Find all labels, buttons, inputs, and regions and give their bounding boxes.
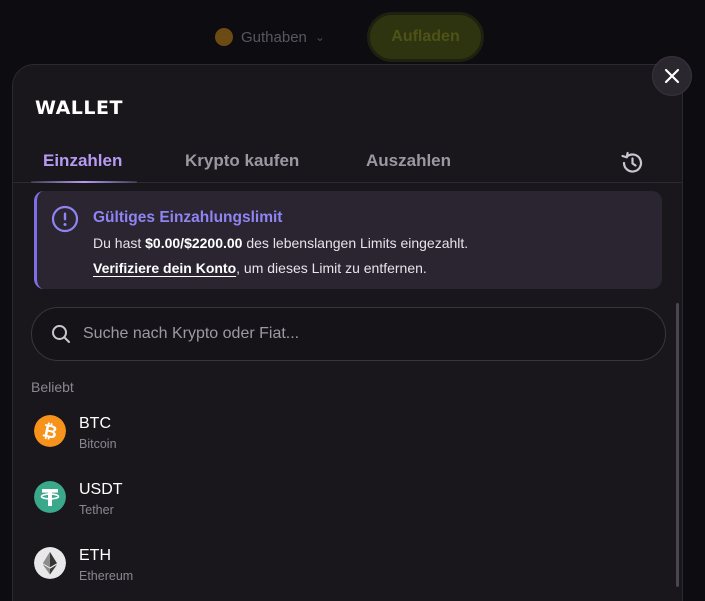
close-button[interactable] [652, 56, 692, 96]
close-icon [664, 68, 680, 84]
active-tab-indicator [31, 181, 137, 183]
bitcoin-icon: ₿ [34, 415, 66, 447]
alert-limit-text: Du hast $0.00/$2200.00 des lebenslangen … [93, 235, 469, 251]
tether-icon [34, 481, 66, 513]
coin-symbol: ETH [79, 547, 111, 564]
search-input[interactable] [83, 325, 665, 343]
balance-text: Guthaben [241, 28, 307, 46]
background-header: Guthaben ⌄ Aufladen [0, 0, 705, 70]
coin-symbol: USDT [79, 481, 123, 498]
info-icon [51, 205, 79, 233]
wallet-tabs: Einzahlen Krypto kaufen Auszahlen [13, 143, 682, 183]
verify-account-link[interactable]: Verifiziere dein Konto [93, 260, 236, 276]
tab-deposit[interactable]: Einzahlen [43, 151, 122, 183]
coin-row-btc[interactable]: ₿ BTC Bitcoin [31, 409, 661, 461]
coin-name: Tether [79, 503, 114, 517]
tab-buy-crypto[interactable]: Krypto kaufen [185, 151, 299, 183]
coin-name: Ethereum [79, 569, 134, 583]
chevron-down-icon: ⌄ [314, 30, 325, 44]
coin-row-usdt[interactable]: USDT Tether [31, 475, 661, 527]
alert-title: Gültiges Einzahlungslimit [93, 209, 283, 226]
modal-title: WALLET [35, 97, 123, 119]
alert-verify-text: Verifiziere dein Konto, um dieses Limit … [93, 260, 427, 276]
scrollbar[interactable] [676, 303, 679, 587]
ethereum-icon [34, 547, 66, 579]
coin-symbol: BTC [79, 415, 111, 432]
search-icon [52, 325, 70, 343]
history-icon [621, 151, 643, 173]
search-field[interactable] [31, 307, 666, 361]
deposit-limit-alert: Gültiges Einzahlungslimit Du hast $0.00/… [34, 191, 662, 289]
wallet-modal: WALLET Einzahlen Krypto kaufen Auszahlen… [12, 64, 683, 601]
tab-withdraw[interactable]: Auszahlen [366, 151, 451, 183]
topup-button[interactable]: Aufladen [367, 12, 484, 62]
coin-icon [215, 28, 233, 46]
coin-name: Bitcoin [79, 437, 117, 451]
history-button[interactable] [619, 150, 645, 176]
popular-label: Beliebt [31, 379, 74, 395]
balance-selector[interactable]: Guthaben ⌄ [215, 24, 325, 50]
limit-amount: $0.00/$2200.00 [145, 235, 243, 251]
coin-row-eth[interactable]: ETH Ethereum [31, 541, 661, 593]
